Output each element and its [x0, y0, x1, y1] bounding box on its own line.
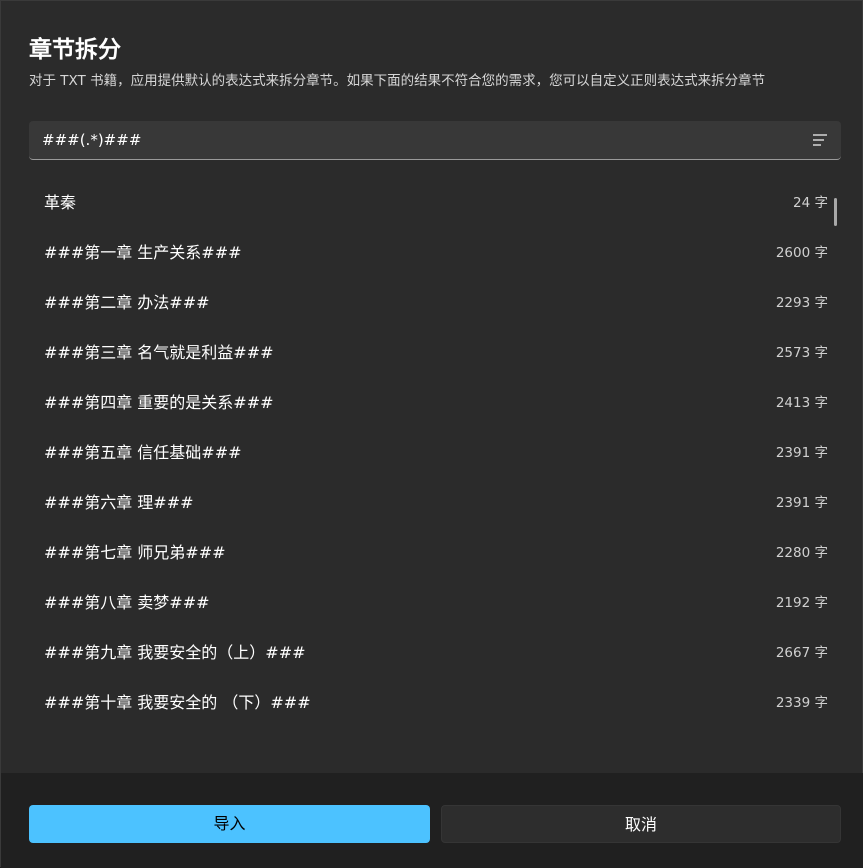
chapter-title: ###第六章 理### — [44, 493, 194, 512]
dialog-footer: 导入 取消 — [1, 773, 863, 868]
chapter-word-count: 2573 字 — [775, 345, 828, 361]
chapter-row[interactable]: ###第四章 重要的是关系### 2413 字 — [29, 379, 841, 429]
chapter-row[interactable]: ###第九章 我要安全的（上）### 2667 字 — [29, 629, 841, 679]
chapter-row[interactable]: ###第六章 理### 2391 字 — [29, 479, 841, 529]
list-menu-icon[interactable] — [809, 129, 831, 151]
chapter-title: ###第一章 生产关系### — [44, 243, 242, 262]
chapter-title: 革秦 — [44, 193, 77, 212]
chapter-word-count: 2667 字 — [775, 645, 828, 661]
chapter-row[interactable]: ###第十章 我要安全的 （下）### 2339 字 — [29, 679, 841, 729]
chapter-title: ###第二章 办法### — [44, 293, 210, 312]
chapter-title: ###第四章 重要的是关系### — [44, 393, 274, 412]
chapter-word-count: 2600 字 — [775, 245, 828, 261]
chapter-list[interactable]: 革秦 24 字 ###第一章 生产关系### 2600 字 ###第二章 办法### 22… — [29, 179, 841, 739]
chapter-title: ###第七章 师兄弟### — [44, 543, 226, 562]
chapter-word-count: 2293 字 — [775, 295, 828, 311]
chapter-row[interactable]: ###第七章 师兄弟### 2280 字 — [29, 529, 841, 579]
chapter-word-count: 2391 字 — [775, 495, 828, 511]
import-button[interactable]: 导入 — [29, 805, 430, 843]
chapter-title: ###第三章 名气就是利益### — [44, 343, 274, 362]
dialog-description: 对于 TXT 书籍，应用提供默认的表达式来拆分章节。如果下面的结果不符合您的需求… — [29, 73, 766, 89]
chapter-word-count: 24 字 — [793, 195, 828, 211]
dialog-title: 章节拆分 — [29, 37, 121, 63]
chapter-word-count: 2339 字 — [775, 695, 828, 711]
chapter-title: ###第八章 卖梦### — [44, 593, 210, 612]
chapter-row[interactable]: 革秦 24 字 — [29, 179, 841, 229]
cancel-button[interactable]: 取消 — [441, 805, 841, 843]
chapter-title: ###第十章 我要安全的 （下）### — [44, 693, 311, 712]
regex-field — [29, 121, 841, 160]
chapter-title: ###第九章 我要安全的（上）### — [44, 643, 306, 662]
chapter-word-count: 2413 字 — [775, 395, 828, 411]
chapter-title: ###第五章 信任基础### — [44, 443, 242, 462]
chapter-split-dialog: 章节拆分 对于 TXT 书籍，应用提供默认的表达式来拆分章节。如果下面的结果不符… — [0, 0, 863, 868]
chapter-row[interactable]: ###第三章 名气就是利益### 2573 字 — [29, 329, 841, 379]
chapter-row[interactable]: ###第二章 办法### 2293 字 — [29, 279, 841, 329]
chapter-row[interactable]: ###第八章 卖梦### 2192 字 — [29, 579, 841, 629]
regex-input[interactable] — [29, 121, 789, 159]
chapter-row[interactable]: ###第一章 生产关系### 2600 字 — [29, 229, 841, 279]
chapter-word-count: 2192 字 — [775, 595, 828, 611]
chapter-word-count: 2391 字 — [775, 445, 828, 461]
chapter-row[interactable]: ###第五章 信任基础### 2391 字 — [29, 429, 841, 479]
chapter-word-count: 2280 字 — [775, 545, 828, 561]
scrollbar-thumb[interactable] — [834, 198, 837, 226]
